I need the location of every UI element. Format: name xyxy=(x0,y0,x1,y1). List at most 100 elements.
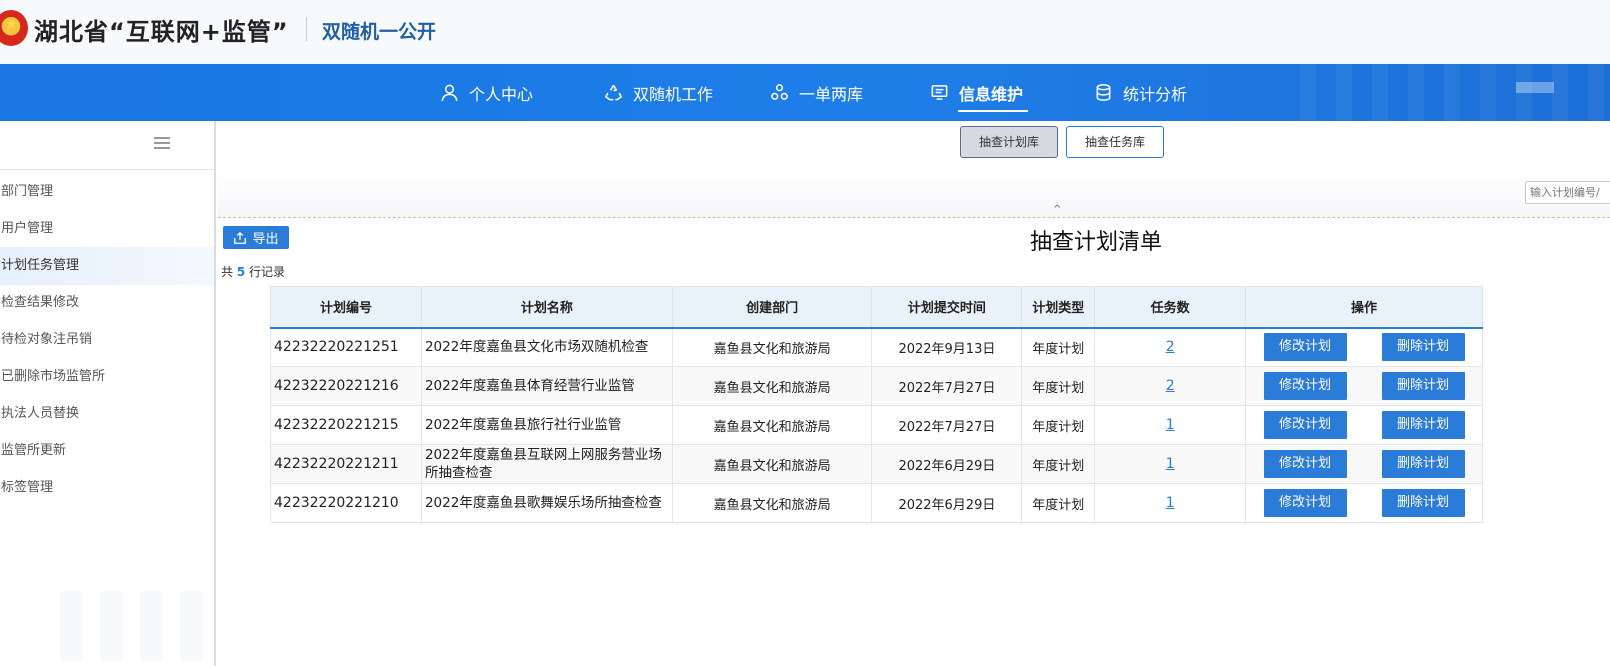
export-icon xyxy=(234,231,247,244)
sidebar-item-users[interactable]: 用户管理 xyxy=(0,210,214,248)
export-label: 导出 xyxy=(252,232,279,247)
col-header-task-count[interactable]: 任务数 xyxy=(1094,286,1247,329)
database-icon xyxy=(1096,84,1111,101)
cell-plan-name: 2022年度嘉鱼县歌舞娱乐场所抽查检查 xyxy=(420,483,673,523)
cell-department: 嘉鱼县文化和旅游局 xyxy=(671,483,873,523)
page-title: 抽查计划清单 xyxy=(1030,230,1163,255)
cell-task-count: 1 xyxy=(1094,444,1247,484)
table-row: 42232220221215 2022年度嘉鱼县旅行社行业监管 嘉鱼县文化和旅游… xyxy=(270,405,1483,445)
sidebar-item-department[interactable]: 部门管理 xyxy=(0,173,214,211)
edit-plan-button[interactable]: 修改计划 xyxy=(1263,372,1347,400)
cell-submit-time: 2022年6月29日 xyxy=(871,483,1023,523)
cell-department: 嘉鱼县文化和旅游局 xyxy=(671,366,873,406)
cell-plan-name: 2022年度嘉鱼县体育经营行业监管 xyxy=(420,366,673,406)
cell-task-count: 2 xyxy=(1094,366,1247,406)
col-header-department[interactable]: 创建部门 xyxy=(671,286,873,329)
cell-actions: 修改计划 删除计划 xyxy=(1245,483,1483,523)
cell-plan-type: 年度计划 xyxy=(1021,366,1096,406)
task-count-link[interactable]: 2 xyxy=(1166,339,1175,355)
menu-toggle-icon[interactable] xyxy=(154,137,170,150)
sidebar-decoration xyxy=(60,591,210,661)
col-header-submit-time[interactable]: 计划提交时间 xyxy=(871,286,1023,329)
delete-plan-button[interactable]: 删除计划 xyxy=(1381,372,1465,400)
sidebar-item-office-update[interactable]: 监管所更新 xyxy=(0,432,214,470)
cell-actions: 修改计划 删除计划 xyxy=(1245,444,1483,484)
delete-plan-button[interactable]: 删除计划 xyxy=(1381,411,1465,439)
delete-plan-button[interactable]: 删除计划 xyxy=(1381,450,1465,478)
cell-submit-time: 2022年7月27日 xyxy=(871,366,1023,406)
sidebar-item-deleted-offices[interactable]: 已删除市场监管所 xyxy=(0,358,214,396)
collapse-caret-icon[interactable]: ^ xyxy=(1053,204,1061,215)
cell-plan-name: 2022年度嘉鱼县文化市场双随机检查 xyxy=(420,327,673,367)
table-row: 42232220221211 2022年度嘉鱼县互联网上网服务营业场所抽查检查 … xyxy=(270,444,1483,484)
cluster-icon xyxy=(771,84,788,100)
cell-actions: 修改计划 删除计划 xyxy=(1245,327,1483,367)
record-count-number: 5 xyxy=(236,265,246,279)
col-header-plan-id[interactable]: 计划编号 xyxy=(270,286,422,329)
edit-plan-button[interactable]: 修改计划 xyxy=(1263,450,1347,478)
nav-item-personal-center[interactable]: 个人中心 xyxy=(440,64,533,121)
cell-submit-time: 2022年6月29日 xyxy=(871,444,1023,484)
task-count-link[interactable]: 1 xyxy=(1166,495,1175,511)
delete-plan-button[interactable]: 删除计划 xyxy=(1381,333,1465,362)
edit-plan-button[interactable]: 修改计划 xyxy=(1263,333,1347,362)
active-nav-underline xyxy=(958,110,1028,112)
cell-plan-id: 42232220221211 xyxy=(270,444,422,484)
sidebar-item-plan-task[interactable]: 计划任务管理 xyxy=(0,247,214,285)
cell-plan-type: 年度计划 xyxy=(1021,405,1096,445)
cell-task-count: 1 xyxy=(1094,405,1247,445)
cell-department: 嘉鱼县文化和旅游局 xyxy=(671,405,873,445)
cell-plan-type: 年度计划 xyxy=(1021,483,1096,523)
cell-plan-id: 42232220221216 xyxy=(270,366,422,406)
nav-label: 信息维护 xyxy=(959,84,1024,104)
cell-plan-name: 2022年度嘉鱼县旅行社行业监管 xyxy=(420,405,673,445)
cell-department: 嘉鱼县文化和旅游局 xyxy=(671,327,873,367)
sidebar-item-result-edit[interactable]: 检查结果修改 xyxy=(0,284,214,322)
nav-item-one-list-two-libraries[interactable]: 一单两库 xyxy=(770,64,863,121)
sidebar-item-tags[interactable]: 标签管理 xyxy=(0,469,214,507)
nav-decoration-box xyxy=(1516,82,1554,93)
export-button[interactable]: 导出 xyxy=(223,226,289,249)
task-count-link[interactable]: 1 xyxy=(1166,456,1175,472)
title-divider xyxy=(306,17,307,41)
record-count: 共 5 行记录 xyxy=(221,263,285,280)
nav-item-double-random-work[interactable]: 双随机工作 xyxy=(604,64,713,121)
record-suffix: 行记录 xyxy=(249,265,286,279)
sidebar-item-staff-replace[interactable]: 执法人员替换 xyxy=(0,395,214,433)
document-icon xyxy=(931,85,948,100)
nav-label: 双随机工作 xyxy=(633,84,714,104)
tab-task-library[interactable]: 抽查任务库 xyxy=(1066,126,1164,158)
plan-table: 计划编号 计划名称 创建部门 计划提交时间 计划类型 任务数 操作 422322… xyxy=(270,286,1483,523)
national-emblem-icon xyxy=(0,10,28,46)
delete-plan-button[interactable]: 删除计划 xyxy=(1381,489,1465,517)
sidebar: 部门管理 用户管理 计划任务管理 检查结果修改 待检对象注吊销 已删除市场监管所… xyxy=(0,121,216,666)
edit-plan-button[interactable]: 修改计划 xyxy=(1263,411,1347,439)
nav-label: 个人中心 xyxy=(469,84,534,104)
record-prefix: 共 xyxy=(221,265,234,279)
edit-plan-button[interactable]: 修改计划 xyxy=(1263,489,1347,517)
cell-plan-type: 年度计划 xyxy=(1021,444,1096,484)
task-count-link[interactable]: 1 xyxy=(1166,417,1175,433)
nav-label: 一单两库 xyxy=(799,84,864,104)
nav-item-statistics[interactable]: 统计分析 xyxy=(1094,64,1187,121)
recycle-icon xyxy=(604,84,623,101)
sidebar-item-target-revoke[interactable]: 待检对象注吊销 xyxy=(0,321,214,359)
tab-plan-library[interactable]: 抽查计划库 xyxy=(960,126,1058,158)
col-header-plan-name[interactable]: 计划名称 xyxy=(420,286,673,329)
col-header-actions: 操作 xyxy=(1245,286,1483,329)
table-row: 42232220221251 2022年度嘉鱼县文化市场双随机检查 嘉鱼县文化和… xyxy=(270,327,1483,367)
nav-item-info-maintenance[interactable]: 信息维护 xyxy=(930,64,1023,121)
nav-label: 统计分析 xyxy=(1123,84,1188,104)
cell-submit-time: 2022年7月27日 xyxy=(871,405,1023,445)
plan-search-input[interactable] xyxy=(1525,181,1610,204)
cell-actions: 修改计划 删除计划 xyxy=(1245,366,1483,406)
site-subtitle: 双随机一公开 xyxy=(322,21,437,43)
col-header-plan-type[interactable]: 计划类型 xyxy=(1021,286,1096,329)
cell-plan-name: 2022年度嘉鱼县互联网上网服务营业场所抽查检查 xyxy=(420,444,673,484)
site-title: 湖北省“互联网+监管” xyxy=(34,18,289,46)
task-count-link[interactable]: 2 xyxy=(1166,378,1175,394)
table-row: 42232220221216 2022年度嘉鱼县体育经营行业监管 嘉鱼县文化和旅… xyxy=(270,366,1483,406)
cell-plan-id: 42232220221210 xyxy=(270,483,422,523)
cell-plan-id: 42232220221251 xyxy=(270,327,422,367)
cell-task-count: 2 xyxy=(1094,327,1247,367)
